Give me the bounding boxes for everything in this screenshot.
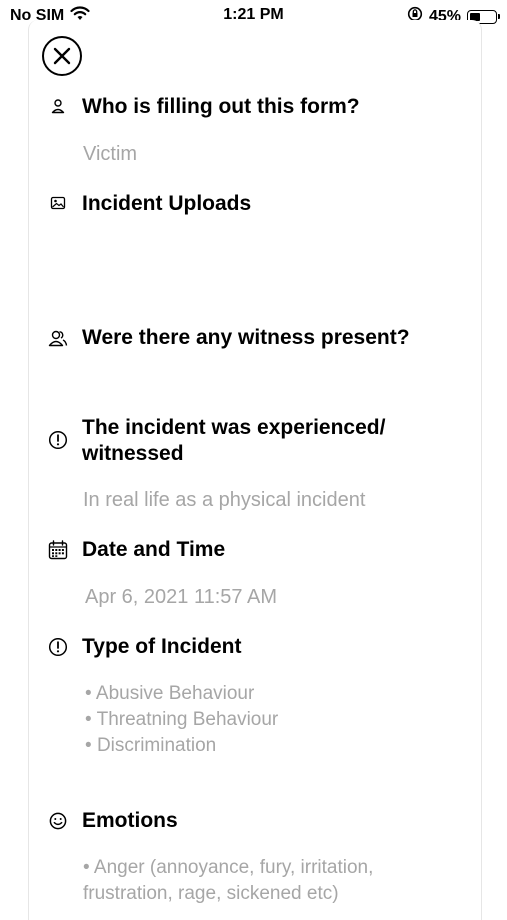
alert-circle-icon [48, 430, 68, 450]
emotion-item-line-2: frustration, rage, sickened etc) [83, 883, 339, 904]
calendar-icon [48, 540, 68, 560]
person-icon [48, 96, 68, 116]
emotion-item-text: Anger (annoyance, fury, irritation, [93, 857, 374, 878]
experience-value[interactable]: In real life as a physical incident [83, 487, 463, 513]
people-icon [48, 328, 68, 348]
incident-type-item: Abusive Behaviour [85, 681, 465, 707]
incident-uploads-title: Incident Uploads [82, 192, 252, 215]
incident-type-item: Discrimination [85, 733, 465, 759]
date-time-title: Date and Time [82, 538, 226, 561]
filler-question-title: Who is filling out this form? [82, 95, 360, 118]
experience-title-line-2: witnessed [82, 442, 184, 465]
incident-type-list[interactable]: Abusive Behaviour Threatning Behaviour D… [85, 681, 465, 759]
emotions-title: Emotions [82, 809, 178, 832]
experience-question-title: The incident was experienced/ witnessed [82, 415, 452, 467]
emotions-list[interactable]: • Anger (annoyance, fury, irritation, fr… [83, 855, 463, 907]
alert-circle-icon [48, 637, 68, 657]
experience-title-line-1: The incident was experienced/ [82, 416, 386, 439]
incident-type-title: Type of Incident [82, 635, 242, 658]
date-time-value[interactable]: Apr 6, 2021 11:57 AM [85, 584, 465, 610]
witness-question-title: Were there any witness present? [82, 326, 410, 349]
filler-value[interactable]: Victim [83, 141, 463, 167]
emotion-item-line-1: • Anger (annoyance, fury, irritation, [83, 857, 374, 878]
incident-type-item: Threatning Behaviour [85, 707, 465, 733]
image-icon [48, 193, 68, 213]
smiley-icon [48, 811, 68, 831]
close-button[interactable] [42, 36, 82, 76]
close-icon [53, 47, 71, 65]
